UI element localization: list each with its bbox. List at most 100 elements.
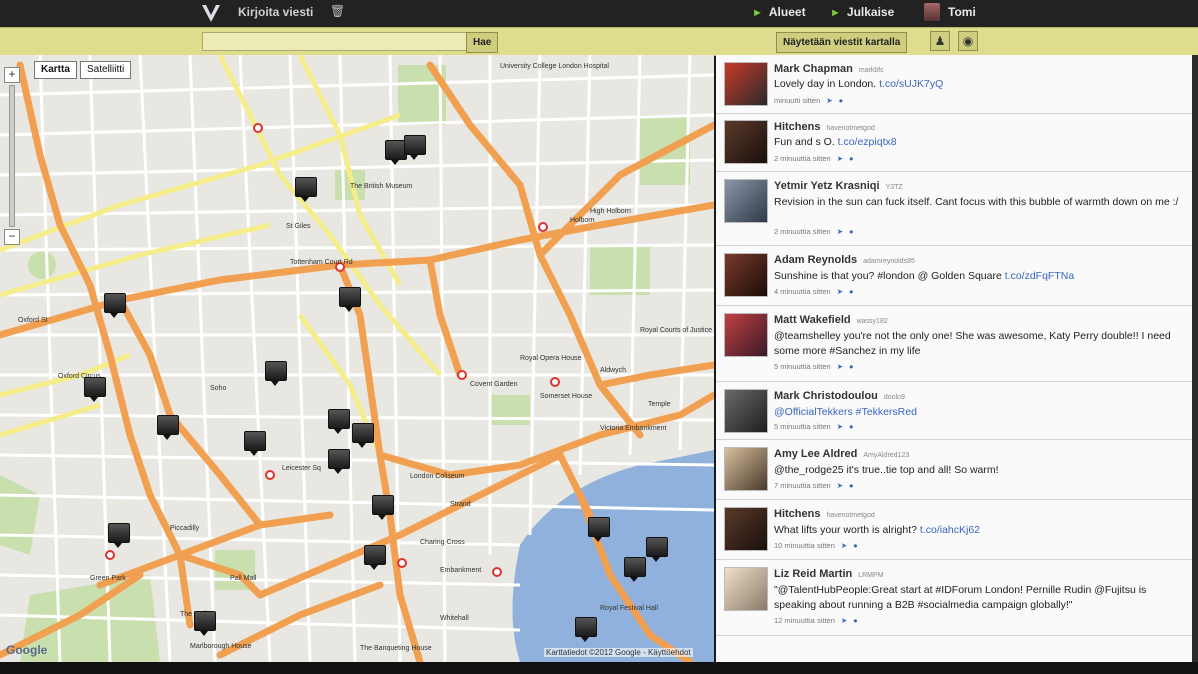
avatar[interactable] [724,120,768,164]
tweet-author[interactable]: Mark Christodoulou doolo9 [774,390,905,402]
tweet-item[interactable]: Mark Christodoulou doolo9 @OfficialTekker… [716,381,1192,440]
reply-icon: ➤ [836,422,843,431]
tweet-map-marker[interactable] [265,361,287,386]
app-logo-icon[interactable] [200,2,222,27]
reply-icon: ➤ [836,481,843,490]
location-pin-icon: ● [838,96,844,105]
location-pin-icon: ● [849,422,854,431]
tweet-map-marker[interactable] [404,135,426,160]
tweet-author[interactable]: Mark Chapman markbfc [774,63,884,75]
tweet-author[interactable]: Liz Reid Martin LRMPM [774,568,884,580]
globe-icon[interactable]: ◉ [958,31,978,51]
tweet-map-marker[interactable] [157,415,179,440]
map-type-map-button[interactable]: Kartta [34,61,77,79]
tweet-item[interactable]: Liz Reid Martin LRMPM "@TalentHubPeople:G… [716,559,1192,636]
park-area [28,251,56,279]
tweet-map-marker[interactable] [624,557,646,582]
tweet-time: 12 minuuttia sitten ➤ ● [774,616,858,625]
tweet-item[interactable]: Adam Reynolds adamreynolds85 Sunshine is … [716,245,1192,306]
map-view[interactable]: Kartta Satelliitti + − Oxford St Oxford … [0,55,714,662]
reply-icon: ➤ [836,362,843,371]
search-button[interactable]: Hae [466,32,499,53]
tweet-author[interactable]: Hitchens havenotmetgod [774,121,875,133]
people-icon[interactable]: ♟ [930,31,950,51]
reply-icon: ➤ [826,96,833,105]
map-canvas[interactable] [0,55,714,662]
avatar[interactable] [724,447,768,491]
tweet-handle: LRMPM [858,572,884,579]
tweet-map-marker[interactable] [364,545,386,570]
tweet-map-marker[interactable] [84,377,106,402]
avatar[interactable] [724,62,768,106]
trash-icon[interactable]: 🗑 [330,4,345,18]
google-logo: Google [6,643,48,657]
location-pin-icon: ● [849,154,854,163]
map-type-satellite-button[interactable]: Satelliitti [80,61,132,79]
nav-julkaise[interactable]: ► Julkaise [830,5,894,19]
tweet-map-marker[interactable] [646,537,668,562]
tweet-map-marker[interactable] [244,431,266,456]
tweet-time: 5 minuuttia sitten ➤ ● [774,422,854,431]
map-label: St Giles [286,223,311,230]
tweet-text: @the_rodge25 it's true..tie top and all!… [774,464,999,476]
tweet-map-marker[interactable] [339,287,361,312]
avatar[interactable] [724,389,768,433]
tweet-map-marker[interactable] [588,517,610,542]
tweet-feed[interactable]: Mark Chapman markbfc Lovely day in London… [716,55,1192,662]
zoom-in-button[interactable]: + [4,67,20,83]
map-label: Somerset House [540,393,593,400]
zoom-slider[interactable] [9,85,15,227]
map-label: University College London Hospital [500,63,609,70]
tweet-map-marker[interactable] [328,449,350,474]
reply-icon: ➤ [836,227,843,236]
location-pin-icon: ● [849,287,854,296]
map-label: Leicester Sq [282,465,321,472]
map-copyright[interactable]: Karttatiedot ©2012 Google - Käyttöehdot [544,648,693,657]
tweet-map-marker[interactable] [575,617,597,642]
user-avatar[interactable] [924,3,940,21]
tweet-map-marker[interactable] [194,611,216,636]
tweet-item[interactable]: Hitchens havenotmetgod What lifts your wo… [716,499,1192,560]
tweet-handle: havenotmetgod [826,512,875,519]
avatar[interactable] [724,313,768,357]
tweet-handle: markbfc [858,67,884,74]
zoom-out-button[interactable]: − [4,229,20,245]
search-input[interactable] [202,32,470,51]
nav-user[interactable]: Tomi [948,5,976,19]
show-on-map-button[interactable]: Näytetään viestit kartalla [776,32,908,53]
tweet-map-marker[interactable] [385,140,407,165]
avatar[interactable] [724,567,768,611]
tweet-author[interactable]: Matt Wakefield wassy182 [774,314,888,326]
tweet-map-marker[interactable] [108,523,130,548]
tweet-map-marker[interactable] [372,495,394,520]
tweet-map-marker[interactable] [352,423,374,448]
map-label: Piccadilly [170,525,200,532]
tweet-map-marker[interactable] [328,409,350,434]
tweet-author[interactable]: Amy Lee Aldred AmyAldred123 [774,448,909,460]
tweet-author[interactable]: Yetmir Yetz Krasniqi Y3TZ [774,180,903,192]
tweet-time: 7 minuuttia sitten ➤ ● [774,481,854,490]
tweet-item[interactable]: Amy Lee Aldred AmyAldred123 @the_rodge25 … [716,439,1192,500]
tweet-link[interactable]: t.co/ezpiqtx8 [838,136,897,148]
tweet-item[interactable]: Yetmir Yetz Krasniqi Y3TZ Revision in the… [716,171,1192,246]
tweet-map-marker[interactable] [295,177,317,202]
tweet-map-marker[interactable] [104,293,126,318]
avatar[interactable] [724,179,768,223]
tweet-item[interactable]: Hitchens havenotmetgod Fun and s O. t.co/… [716,113,1192,172]
tweet-link[interactable]: t.co/sUJK7yQ [879,78,943,90]
reply-icon: ➤ [840,616,848,625]
tweet-link[interactable]: t.co/iahcKj62 [920,524,980,536]
tweet-author[interactable]: Adam Reynolds adamreynolds85 [774,254,915,266]
tweet-handle: adamreynolds85 [863,258,915,265]
tweet-item[interactable]: Matt Wakefield wassy182 @teamshelley you'… [716,305,1192,382]
avatar[interactable] [724,253,768,297]
tweet-link[interactable]: t.co/zdFqFTNa [1005,270,1074,282]
zoom-control[interactable]: + − [4,67,20,245]
tweet-handle: wassy182 [856,318,888,325]
write-message-link[interactable]: Kirjoita viesti [238,5,313,19]
nav-alueet[interactable]: ► Alueet [752,5,806,19]
tweet-author[interactable]: Hitchens havenotmetgod [774,508,875,520]
tweet-text: Fun and s O. t.co/ezpiqtx8 [774,136,897,148]
tweet-item[interactable]: Mark Chapman markbfc Lovely day in London… [716,55,1192,114]
avatar[interactable] [724,507,768,551]
